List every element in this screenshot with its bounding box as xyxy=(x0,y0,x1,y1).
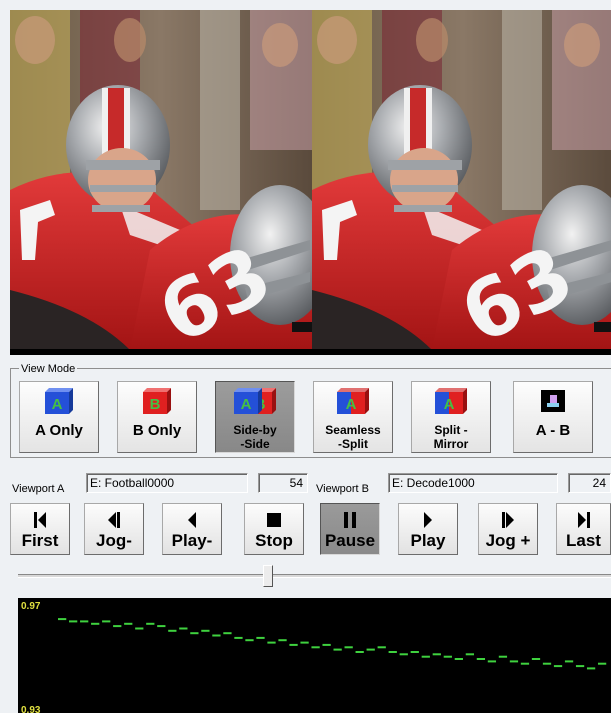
graph-y-min-label: 0.93 xyxy=(21,705,41,713)
video-display: 63 63 xyxy=(10,10,611,355)
first-label: First xyxy=(21,531,59,550)
first-icon xyxy=(32,509,48,531)
viewport-b-frame-field[interactable]: 24 xyxy=(568,473,611,493)
play-back-label: Play- xyxy=(171,531,213,550)
view-mode-seamless-split-label: Seamless -Split xyxy=(325,423,381,451)
stop-label: Stop xyxy=(255,531,293,550)
viewport-a-frame-field[interactable]: 54 xyxy=(258,473,308,493)
last-button[interactable]: Last xyxy=(556,503,611,555)
svg-text:A: A xyxy=(444,396,455,413)
view-mode-a-only-label: A Only xyxy=(35,422,83,439)
view-mode-a-minus-b-button[interactable]: A - B xyxy=(513,381,593,453)
svg-text:A: A xyxy=(241,396,252,413)
app-window: 63 63 View Mode A A Only B B Only A Side… xyxy=(0,0,611,713)
a-minus-b-mode-icon xyxy=(533,386,573,421)
stop-button[interactable]: Stop xyxy=(244,503,304,555)
a-only-mode-icon: A xyxy=(39,386,79,421)
pause-button[interactable]: Pause xyxy=(320,503,380,555)
pause-label: Pause xyxy=(324,531,376,550)
viewport-a-file-field[interactable]: E: Football0000 xyxy=(86,473,248,493)
slider-thumb[interactable] xyxy=(263,565,273,587)
jog-back-icon xyxy=(106,509,122,531)
play-back-icon xyxy=(186,509,198,531)
view-mode-split-mirror-label: Split - Mirror xyxy=(433,423,469,451)
play-back-button[interactable]: Play- xyxy=(162,503,222,555)
side-by-side-mode-icon: B A xyxy=(230,386,280,421)
view-mode-a-minus-b-label: A - B xyxy=(535,422,571,439)
play-icon xyxy=(422,509,434,531)
viewport-a-label: Viewport A xyxy=(12,483,65,495)
video-bottom-bar xyxy=(10,349,611,355)
svg-text:A: A xyxy=(52,396,63,413)
view-mode-side-by-side-label: Side-by -Side xyxy=(233,423,277,451)
view-mode-label: View Mode xyxy=(19,363,78,375)
jog-back-label: Jog- xyxy=(96,531,132,550)
play-button[interactable]: Play xyxy=(398,503,458,555)
last-icon xyxy=(576,509,592,531)
last-label: Last xyxy=(566,531,601,550)
stop-icon xyxy=(265,509,283,531)
jog-forward-icon xyxy=(500,509,516,531)
view-mode-a-only-button[interactable]: A A Only xyxy=(19,381,99,453)
pause-icon xyxy=(342,509,358,531)
split-mirror-mode-icon: A xyxy=(429,386,473,421)
jog-back-button[interactable]: Jog- xyxy=(84,503,144,555)
quality-graph-plot xyxy=(58,618,607,670)
quality-graph: 0.97 0.93 xyxy=(18,598,611,713)
view-mode-split-mirror-button[interactable]: A Split - Mirror xyxy=(411,381,491,453)
jog-forward-label: Jog + xyxy=(485,531,531,550)
view-mode-group: View Mode A A Only B B Only B A Side-by-… xyxy=(10,363,611,458)
view-mode-side-by-side-button[interactable]: B A Side-by-Side xyxy=(215,381,295,453)
viewport-b-video: 63 xyxy=(312,10,611,350)
view-mode-seamless-split-button[interactable]: A Seamless -Split xyxy=(313,381,393,453)
viewport-b-file-field[interactable]: E: Decode1000 xyxy=(388,473,558,493)
seamless-split-mode-icon: A xyxy=(331,386,375,421)
first-button[interactable]: First xyxy=(10,503,70,555)
view-mode-b-only-label: B Only xyxy=(132,422,182,439)
view-mode-b-only-button[interactable]: B B Only xyxy=(117,381,197,453)
play-label: Play xyxy=(410,531,446,550)
svg-text:B: B xyxy=(150,396,161,413)
b-only-mode-icon: B xyxy=(137,386,177,421)
viewport-b-label: Viewport B xyxy=(316,483,369,495)
viewport-a-video: 63 xyxy=(10,10,312,350)
frame-slider[interactable] xyxy=(18,565,611,589)
graph-y-max-label: 0.97 xyxy=(21,601,41,612)
svg-text:A: A xyxy=(346,396,357,413)
slider-track[interactable] xyxy=(18,574,611,578)
jog-forward-button[interactable]: Jog + xyxy=(478,503,538,555)
